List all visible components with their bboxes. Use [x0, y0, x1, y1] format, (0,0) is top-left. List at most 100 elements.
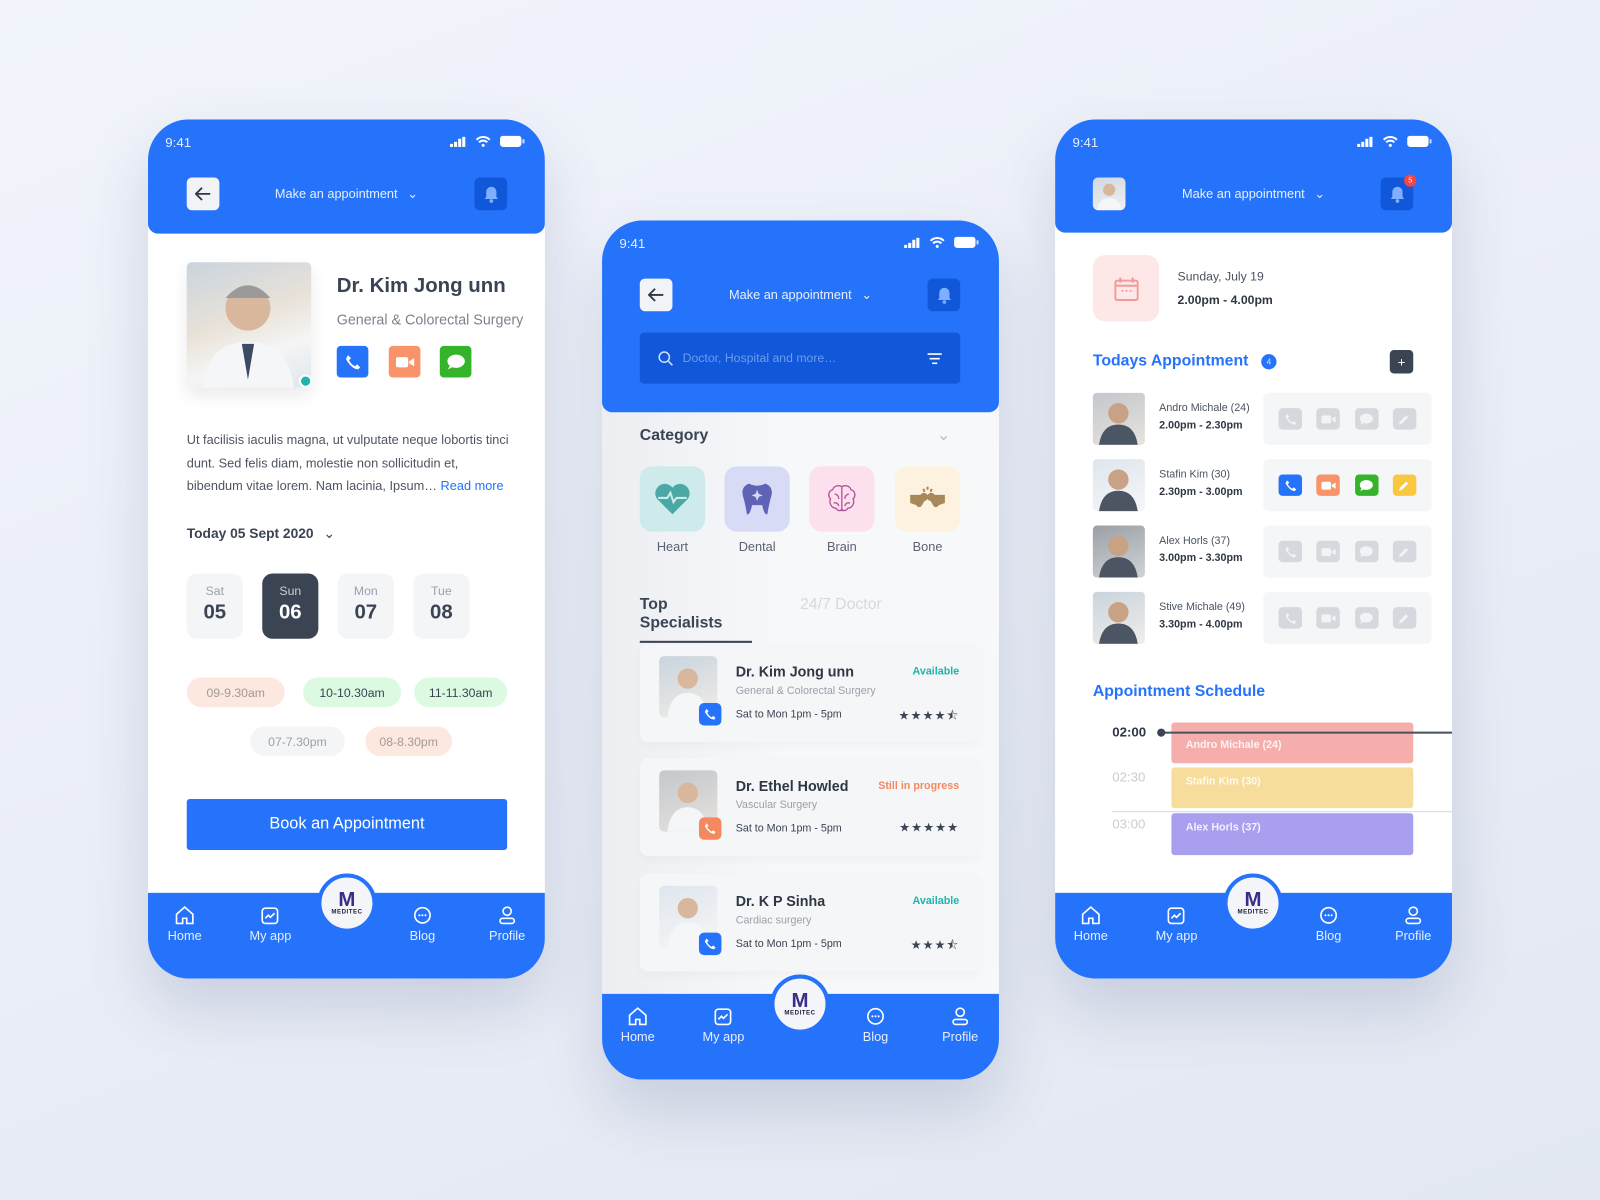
- chat-button[interactable]: [1354, 540, 1379, 563]
- search-input[interactable]: Doctor, Hospital and more…: [639, 332, 961, 384]
- tab-top-specialists[interactable]: Top Specialists: [639, 596, 753, 643]
- day-sun[interactable]: Sun 06: [262, 573, 319, 639]
- nav-home[interactable]: Home: [1060, 905, 1121, 943]
- patient-time: 2.30pm - 3.00pm: [1159, 485, 1243, 498]
- nav-myapp[interactable]: My app: [693, 1006, 754, 1044]
- call-button[interactable]: [336, 345, 369, 378]
- category-heart[interactable]: [639, 466, 706, 532]
- nav-blog[interactable]: Blog: [845, 1006, 906, 1044]
- meditec-logo[interactable]: M MEDITEC: [1223, 873, 1283, 933]
- chart-icon: [261, 907, 279, 925]
- notification-badge: 5: [1404, 174, 1417, 187]
- meditec-logo[interactable]: M MEDITEC: [317, 873, 377, 933]
- category-label: Dental: [738, 539, 776, 555]
- day-name: Mon: [353, 583, 378, 598]
- pencil-icon: [1399, 414, 1409, 424]
- current-time-dot: [1157, 728, 1166, 737]
- patient-photo: [1092, 591, 1145, 644]
- category-dental[interactable]: [724, 466, 790, 532]
- category-brain[interactable]: [809, 466, 875, 532]
- specialist-card[interactable]: Dr. Kim Jong unn General & Colorectal Su…: [639, 643, 980, 742]
- edit-button[interactable]: [1392, 408, 1417, 430]
- chat-button[interactable]: [1354, 408, 1379, 430]
- notification-button[interactable]: [474, 177, 508, 211]
- nav-profile[interactable]: Profile: [930, 1006, 991, 1044]
- search-screen: 9:41 Make an appointment ⌄ Doctor, Hospi…: [602, 220, 999, 1080]
- availability-status: Still in progress: [878, 779, 960, 792]
- status-icons: [449, 135, 525, 147]
- notification-button[interactable]: 5: [1380, 174, 1417, 211]
- time-slot[interactable]: 10-10.30am: [303, 677, 402, 708]
- category-bone[interactable]: [894, 466, 961, 532]
- day-tue[interactable]: Tue 08: [413, 573, 470, 639]
- book-appointment-button[interactable]: Book an Appointment: [186, 798, 508, 850]
- video-call-button[interactable]: [388, 345, 421, 378]
- appointment-actions: [1263, 591, 1432, 644]
- day-mon[interactable]: Mon 07: [337, 573, 394, 639]
- patient-name: Stive Michale (49): [1159, 601, 1245, 614]
- appointment-row[interactable]: Alex Horls (37) 3.00pm - 3.30pm: [1092, 525, 1432, 578]
- specialist-card[interactable]: Dr. Ethel Howled Vascular Surgery Sat to…: [639, 758, 980, 857]
- specialist-specialty: General & Colorectal Surgery: [735, 684, 876, 697]
- meditec-logo[interactable]: M MEDITEC: [770, 974, 830, 1034]
- appointment-row[interactable]: Stive Michale (49) 3.30pm - 4.00pm: [1092, 591, 1432, 644]
- day-sat[interactable]: Sat 05: [186, 573, 243, 639]
- nav-myapp[interactable]: My app: [240, 905, 301, 943]
- chat-button[interactable]: [1354, 474, 1379, 496]
- nav-profile[interactable]: Profile: [1383, 905, 1444, 943]
- schedule-block[interactable]: Stafin Kim (30): [1171, 767, 1414, 809]
- read-more-link[interactable]: Read more: [441, 479, 504, 493]
- chevron-down-icon[interactable]: ⌄: [937, 424, 951, 444]
- video-call-button[interactable]: [1316, 408, 1341, 430]
- app-header: 9:41 Make an appointment ⌄: [147, 119, 545, 234]
- edit-button[interactable]: [1392, 607, 1417, 629]
- bottom-nav: Home My app M MEDITEC Blog Profile: [1055, 873, 1453, 979]
- edit-button[interactable]: [1392, 474, 1417, 496]
- schedule-block[interactable]: Andro Michale (24): [1171, 722, 1414, 764]
- call-button[interactable]: [1278, 474, 1303, 496]
- edit-button[interactable]: [1392, 540, 1417, 563]
- signal-icon: [1357, 136, 1373, 147]
- call-button[interactable]: [1278, 408, 1303, 430]
- time-label: 03:00: [1112, 816, 1146, 832]
- date-selector[interactable]: Today 05 Sept 2020 ⌄: [187, 526, 335, 542]
- battery-icon: [1407, 135, 1432, 147]
- tooth-icon: [742, 483, 772, 515]
- nav-myapp[interactable]: My app: [1146, 905, 1207, 943]
- filter-icon[interactable]: [927, 352, 942, 364]
- star-rating: ★★★★★: [899, 820, 960, 835]
- specialist-hours: Sat to Mon 1pm - 5pm: [735, 937, 842, 950]
- nav-blog[interactable]: Blog: [392, 905, 453, 943]
- nav-home[interactable]: Home: [607, 1006, 668, 1044]
- video-call-button[interactable]: [1316, 474, 1341, 496]
- chat-button[interactable]: [1354, 607, 1379, 629]
- video-call-button[interactable]: [1316, 607, 1341, 629]
- call-button[interactable]: [698, 703, 722, 726]
- nav-home[interactable]: Home: [154, 905, 215, 943]
- doctor-detail-screen: 9:41 Make an appointment ⌄ Dr. Kim Jong …: [147, 119, 545, 979]
- call-button[interactable]: [698, 932, 722, 956]
- nav-profile[interactable]: Profile: [477, 905, 538, 943]
- add-appointment-button[interactable]: +: [1389, 349, 1414, 374]
- tab-24-7-doctor[interactable]: 24/7 Doctor: [800, 596, 882, 614]
- call-button[interactable]: [698, 817, 722, 840]
- call-button[interactable]: [1278, 607, 1303, 629]
- appointment-row[interactable]: Andro Michale (24) 2.00pm - 2.30pm: [1092, 392, 1432, 445]
- notification-button[interactable]: [927, 278, 961, 312]
- appointment-row[interactable]: Stafin Kim (30) 2.30pm - 3.00pm: [1092, 459, 1432, 512]
- nav-blog[interactable]: Blog: [1298, 905, 1359, 943]
- specialist-card[interactable]: Dr. K P Sinha Cardiac surgery Sat to Mon…: [639, 873, 980, 972]
- blog-icon: [413, 906, 431, 924]
- time-slot[interactable]: 09-9.30am: [186, 677, 285, 708]
- phone-icon: [1285, 413, 1296, 425]
- schedule-block[interactable]: Alex Horls (37): [1171, 813, 1414, 856]
- video-call-button[interactable]: [1316, 540, 1341, 563]
- chat-button[interactable]: [439, 345, 472, 378]
- time-slot[interactable]: 07-7.30pm: [249, 726, 345, 757]
- profile-icon: [952, 1007, 969, 1026]
- time-slot[interactable]: 11-11.30am: [414, 677, 508, 708]
- time-slot[interactable]: 08-8.30pm: [365, 726, 453, 757]
- call-button[interactable]: [1278, 540, 1303, 563]
- chat-icon: [1359, 612, 1373, 624]
- doctor-name: Dr. Kim Jong unn: [336, 274, 506, 297]
